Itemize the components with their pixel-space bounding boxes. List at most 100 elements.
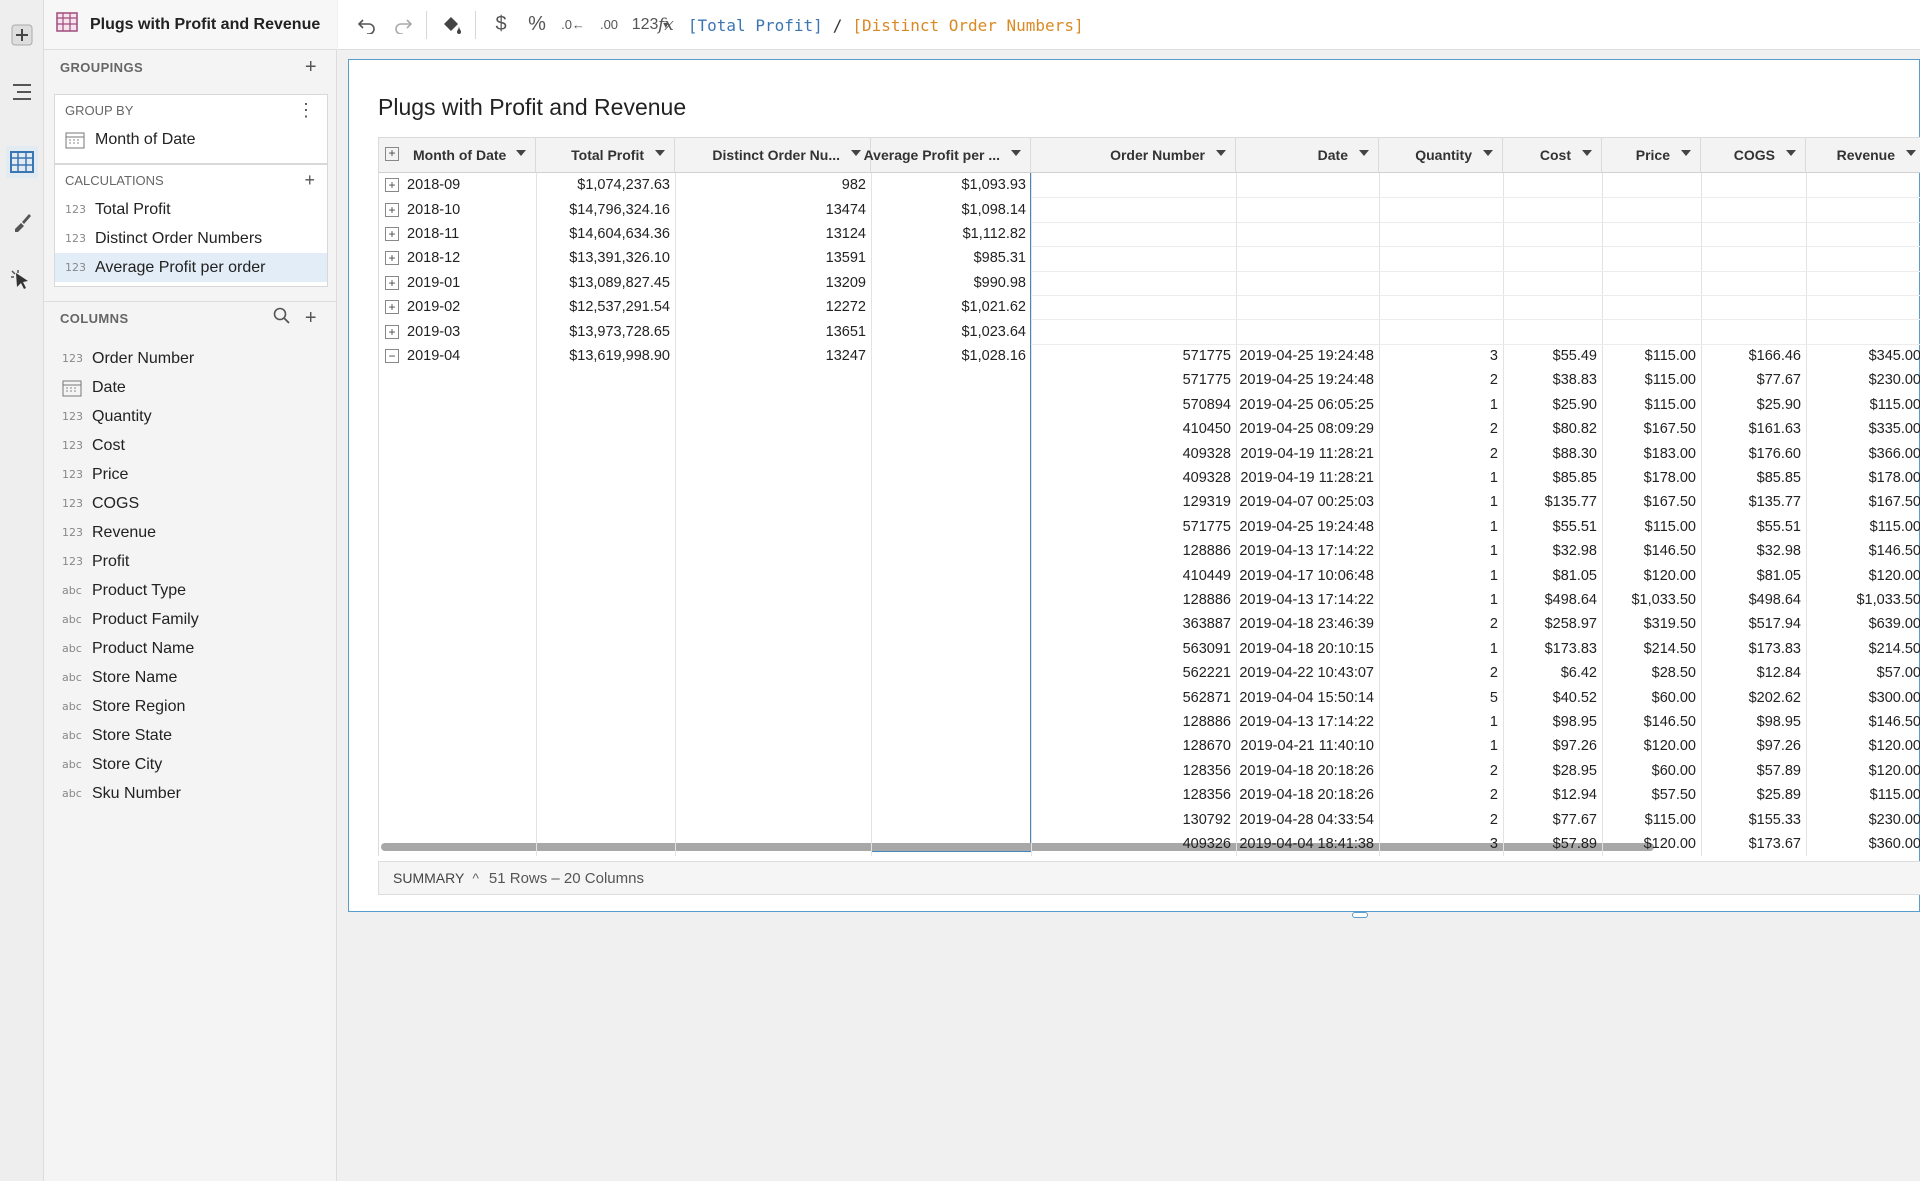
avg-profit-cell[interactable]: $1,112.82 [871, 222, 1031, 246]
avg-profit-cell[interactable]: $1,028.16 [871, 344, 1031, 368]
cost-cell[interactable]: $80.82 [1503, 417, 1602, 441]
group-month-cell[interactable]: 2019-01 + [379, 271, 536, 295]
fill-color-icon[interactable] [435, 8, 469, 42]
cost-cell[interactable]: $98.95 [1503, 710, 1602, 734]
column-item[interactable]: abc Sku Number [54, 779, 328, 808]
quantity-cell[interactable]: 1 [1379, 734, 1503, 758]
column-menu-icon[interactable] [1681, 150, 1691, 156]
price-cell[interactable]: $214.50 [1602, 637, 1701, 661]
date-cell[interactable]: 2019-04-18 20:18:26 [1236, 759, 1379, 783]
distinct-orders-cell[interactable]: 13124 [675, 222, 871, 246]
column-item[interactable]: abc Product Type [54, 576, 328, 605]
order-number-cell[interactable]: 563091 [1031, 637, 1236, 661]
group-by-item[interactable]: Month of Date [55, 125, 327, 154]
price-cell[interactable]: $115.00 [1602, 368, 1701, 392]
column-item[interactable]: 123 Quantity [54, 402, 328, 431]
order-number-cell[interactable]: 128670 [1031, 734, 1236, 758]
date-cell[interactable]: 2019-04-25 08:09:29 [1236, 417, 1379, 441]
add-calculation-icon[interactable]: + [304, 170, 315, 191]
header-distinct-orders[interactable]: Distinct Order Nu... [675, 138, 871, 173]
add-icon[interactable] [6, 19, 38, 51]
price-cell[interactable]: $120.00 [1602, 832, 1701, 856]
expand-all-icon[interactable]: + [385, 147, 399, 161]
table-title[interactable]: Plugs with Profit and Revenue [378, 94, 686, 121]
order-number-cell[interactable]: 570894 [1031, 393, 1236, 417]
cogs-cell[interactable]: $135.77 [1701, 490, 1806, 514]
date-cell[interactable]: 2019-04-04 18:41:38 [1236, 832, 1379, 856]
column-menu-icon[interactable] [516, 150, 526, 156]
order-number-cell[interactable]: 571775 [1031, 368, 1236, 392]
column-item[interactable]: abc Store Name [54, 663, 328, 692]
distinct-orders-cell[interactable]: 12272 [675, 295, 871, 319]
cost-cell[interactable]: $25.90 [1503, 393, 1602, 417]
quantity-cell[interactable]: 2 [1379, 441, 1503, 465]
date-cell[interactable]: 2019-04-25 19:24:48 [1236, 368, 1379, 392]
column-menu-icon[interactable] [1483, 150, 1493, 156]
avg-profit-cell[interactable]: $1,023.64 [871, 319, 1031, 343]
distinct-orders-cell[interactable]: 13474 [675, 197, 871, 221]
group-month-cell[interactable]: 2018-11 + [379, 222, 536, 246]
order-number-cell[interactable]: 571775 [1031, 344, 1236, 368]
price-cell[interactable]: $1,033.50 [1602, 588, 1701, 612]
expand-icon[interactable]: + [385, 324, 399, 339]
date-cell[interactable]: 2019-04-13 17:14:22 [1236, 539, 1379, 563]
order-number-cell[interactable]: 409328 [1031, 466, 1236, 490]
cogs-cell[interactable]: $173.67 [1701, 832, 1806, 856]
cost-cell[interactable]: $88.30 [1503, 441, 1602, 465]
quantity-cell[interactable]: 1 [1379, 515, 1503, 539]
column-menu-icon[interactable] [1359, 150, 1369, 156]
date-cell[interactable]: 2019-04-25 19:24:48 [1236, 344, 1379, 368]
revenue-cell[interactable]: $146.50 [1806, 710, 1920, 734]
column-menu-icon[interactable] [655, 150, 665, 156]
group-month-cell[interactable]: 2018-10 + [379, 197, 536, 221]
order-number-cell[interactable]: 128886 [1031, 539, 1236, 563]
header-quantity[interactable]: Quantity [1379, 138, 1503, 173]
column-item[interactable]: 123 Profit [54, 547, 328, 576]
revenue-cell[interactable]: $146.50 [1806, 539, 1920, 563]
quantity-cell[interactable]: 2 [1379, 807, 1503, 831]
cost-cell[interactable]: $85.85 [1503, 466, 1602, 490]
column-menu-icon[interactable] [1786, 150, 1796, 156]
order-number-cell[interactable]: 410450 [1031, 417, 1236, 441]
date-cell[interactable]: 2019-04-13 17:14:22 [1236, 588, 1379, 612]
quantity-cell[interactable]: 2 [1379, 783, 1503, 807]
total-profit-cell[interactable]: $13,089,827.45 [536, 271, 675, 295]
revenue-cell[interactable]: $230.00 [1806, 368, 1920, 392]
avg-profit-cell[interactable]: $990.98 [871, 271, 1031, 295]
group-month-cell[interactable]: 2018-12 + [379, 246, 536, 270]
revenue-cell[interactable]: $345.00 [1806, 344, 1920, 368]
group-month-cell[interactable]: 2019-03 + [379, 319, 536, 343]
cost-cell[interactable]: $97.26 [1503, 734, 1602, 758]
date-cell[interactable]: 2019-04-25 19:24:48 [1236, 515, 1379, 539]
calculation-item[interactable]: 123 Distinct Order Numbers [55, 224, 327, 253]
cogs-cell[interactable]: $97.26 [1701, 734, 1806, 758]
add-column-icon[interactable]: + [305, 307, 317, 330]
total-profit-cell[interactable]: $1,074,237.63 [536, 173, 675, 197]
cogs-cell[interactable]: $12.84 [1701, 661, 1806, 685]
revenue-cell[interactable]: $300.00 [1806, 685, 1920, 709]
date-cell[interactable]: 2019-04-07 00:25:03 [1236, 490, 1379, 514]
revenue-cell[interactable]: $120.00 [1806, 759, 1920, 783]
price-cell[interactable]: $146.50 [1602, 539, 1701, 563]
total-profit-cell[interactable]: $13,391,326.10 [536, 246, 675, 270]
quantity-cell[interactable]: 1 [1379, 563, 1503, 587]
column-item[interactable]: abc Store City [54, 750, 328, 779]
cogs-cell[interactable]: $98.95 [1701, 710, 1806, 734]
group-month-cell[interactable]: 2019-02 + [379, 295, 536, 319]
cogs-cell[interactable]: $498.64 [1701, 588, 1806, 612]
price-cell[interactable]: $115.00 [1602, 393, 1701, 417]
order-number-cell[interactable]: 409326 [1031, 832, 1236, 856]
cost-cell[interactable]: $32.98 [1503, 539, 1602, 563]
column-menu-icon[interactable] [1011, 150, 1021, 156]
expand-icon[interactable]: + [385, 178, 399, 193]
order-number-cell[interactable]: 562221 [1031, 661, 1236, 685]
date-cell[interactable]: 2019-04-17 10:06:48 [1236, 563, 1379, 587]
chevron-up-icon[interactable]: ^ [472, 870, 479, 886]
header-month-of-date[interactable]: + Month of Date [379, 138, 536, 173]
quantity-cell[interactable]: 3 [1379, 344, 1503, 368]
resize-handle[interactable] [1352, 912, 1368, 918]
price-cell[interactable]: $115.00 [1602, 515, 1701, 539]
order-number-cell[interactable]: 410449 [1031, 563, 1236, 587]
expand-icon[interactable]: + [385, 275, 399, 290]
expand-icon[interactable]: + [385, 251, 399, 266]
